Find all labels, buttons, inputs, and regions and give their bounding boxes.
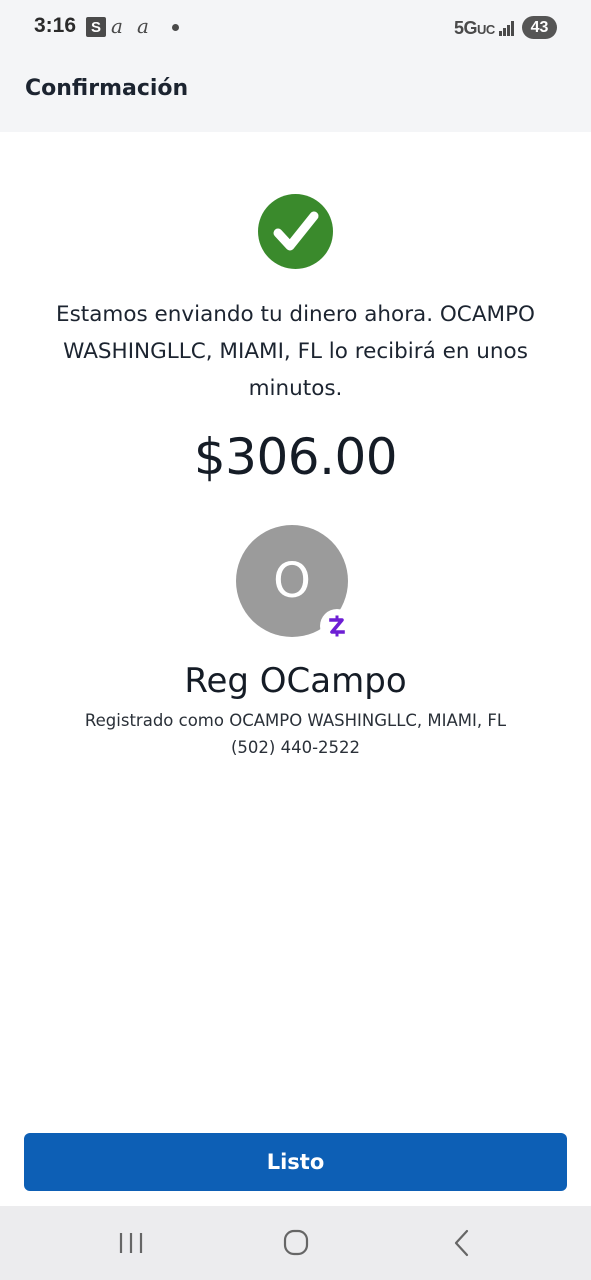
signal-icon (499, 20, 515, 36)
zelle-icon (320, 609, 354, 643)
script-a-icon: a (111, 14, 123, 38)
home-icon[interactable] (276, 1228, 316, 1258)
network-indicator: 5GUC (454, 18, 495, 38)
battery-icon: 43 (522, 16, 557, 39)
notification-dot-icon (172, 24, 179, 31)
avatar-initial: O (273, 553, 311, 609)
recipient-name: Reg OCampo (184, 661, 407, 701)
status-bar: 3:16 S a a 5GUC 43 (0, 0, 591, 58)
recipient-phone: (502) 440-2522 (230, 738, 361, 757)
recents-icon[interactable] (111, 1228, 151, 1258)
checkmark-icon (258, 194, 333, 269)
page-title: Confirmación (25, 76, 189, 101)
navigation-bar (0, 1206, 591, 1280)
back-icon[interactable] (442, 1228, 482, 1258)
confirmation-message: Estamos enviando tu dinero ahora. OCAMPO… (56, 302, 535, 401)
recipient-registration: Registrado como OCAMPO WASHINGLLC, MIAMI… (84, 711, 507, 730)
app-header: Confirmación (0, 58, 591, 132)
transfer-amount: $306.00 (193, 428, 398, 486)
script-a-icon: a (137, 14, 149, 38)
s-app-icon: S (86, 17, 106, 37)
status-time: 3:16 (34, 14, 77, 37)
done-button[interactable]: Listo (24, 1133, 567, 1191)
